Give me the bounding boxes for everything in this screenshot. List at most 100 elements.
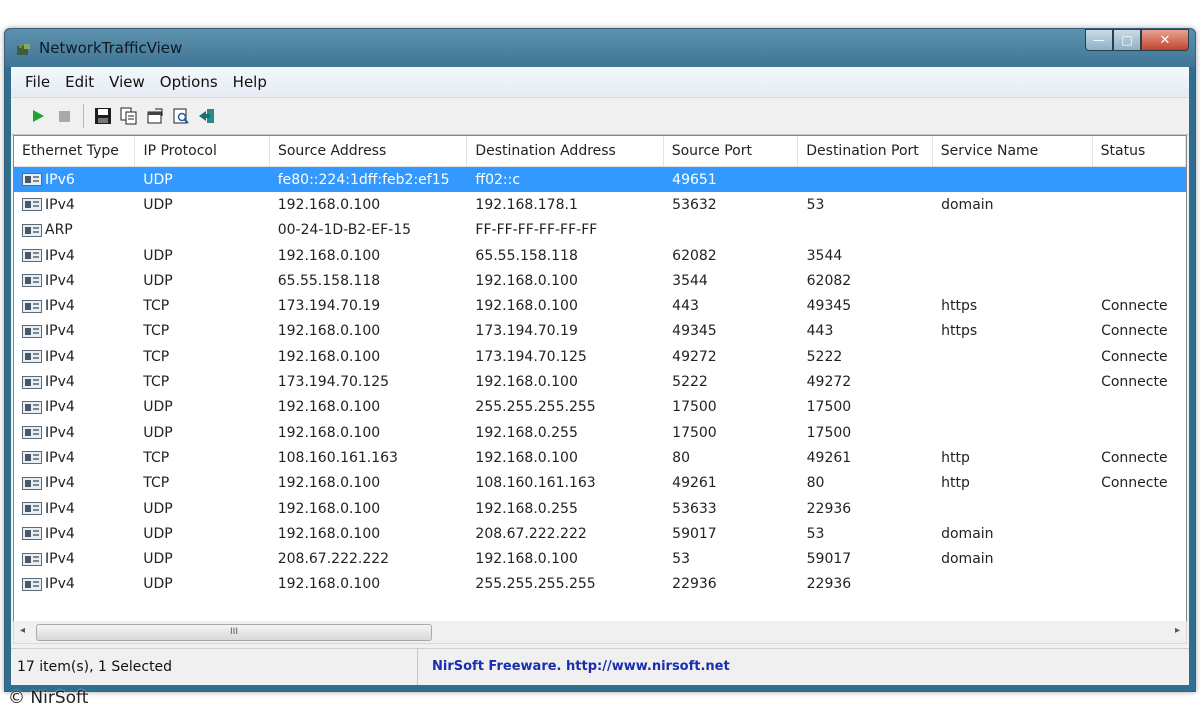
- traffic-list[interactable]: Ethernet Type IP Protocol Source Address…: [13, 135, 1187, 623]
- cell-ethernet-type: IPv4: [14, 349, 135, 365]
- cell-ethernet-type: ARP: [14, 222, 135, 238]
- cell-ethernet-type: IPv4: [14, 273, 135, 289]
- column-header-ethernet-type[interactable]: Ethernet Type: [14, 136, 136, 166]
- cell-ip-protocol: UDP: [143, 424, 173, 441]
- network-card-icon: [22, 350, 42, 364]
- cell-source-port: 49272: [672, 348, 717, 365]
- cell-source-address: 65.55.158.118: [277, 272, 381, 289]
- table-row[interactable]: IPv4 UDP 192.168.0.100 192.168.0.255 53633 22…: [14, 496, 1186, 521]
- menu-edit[interactable]: Edit: [59, 73, 103, 91]
- column-header-service-name[interactable]: Service Name: [933, 136, 1093, 166]
- list-header: Ethernet Type IP Protocol Source Address…: [14, 136, 1186, 167]
- save-button[interactable]: [90, 104, 116, 128]
- table-row[interactable]: IPv4 UDP 192.168.0.100 65.55.158.118 62082 35…: [14, 243, 1186, 268]
- column-header-status[interactable]: Status: [1093, 136, 1186, 166]
- cell-source-port: 53632: [672, 196, 717, 213]
- column-header-source-address[interactable]: Source Address: [270, 136, 468, 166]
- properties-button[interactable]: [142, 104, 168, 128]
- scrollbar-thumb[interactable]: III: [36, 624, 432, 641]
- toolbar: [11, 98, 1189, 135]
- window-controls: — □ ✕: [1085, 29, 1189, 51]
- cell-destination-address: 192.168.178.1: [475, 196, 578, 213]
- table-row[interactable]: IPv6 UDP fe80::224:1dff:feb2:ef15 ff02::c 49…: [14, 167, 1186, 193]
- cell-source-port: 49651: [672, 171, 717, 188]
- table-row[interactable]: IPv4 TCP 108.160.161.163 192.168.0.100 80 492…: [14, 445, 1186, 470]
- minimize-button[interactable]: —: [1085, 29, 1113, 51]
- cell-source-port: 53: [672, 551, 690, 568]
- close-button[interactable]: ✕: [1141, 29, 1189, 51]
- cell-source-port: 5222: [672, 374, 708, 391]
- table-row[interactable]: IPv4 UDP 192.168.0.100 255.255.255.255 22936…: [14, 572, 1186, 597]
- table-row[interactable]: IPv4 UDP 65.55.158.118 192.168.0.100 3544 620…: [14, 268, 1186, 293]
- cell-destination-port: 53: [806, 196, 825, 213]
- cell-source-port: 17500: [672, 424, 717, 441]
- table-row[interactable]: IPv4 UDP 192.168.0.100 192.168.178.1 53632 53…: [14, 192, 1186, 217]
- table-row[interactable]: IPv4 UDP 192.168.0.100 208.67.222.222 59017 5…: [14, 521, 1186, 546]
- menu-file[interactable]: File: [19, 73, 59, 91]
- table-row[interactable]: ARP 00-24-1D-B2-EF-15 FF-FF-FF-FF-FF-FF: [14, 218, 1186, 243]
- cell-destination-address: 173.194.70.19: [475, 323, 578, 340]
- menu-help[interactable]: Help: [227, 73, 276, 91]
- column-header-destination-port[interactable]: Destination Port: [798, 136, 933, 166]
- scroll-right-arrow[interactable]: ▸: [1175, 625, 1180, 636]
- cell-destination-port: 80: [806, 475, 825, 492]
- cell-text: ARP: [45, 222, 73, 239]
- maximize-button[interactable]: □: [1113, 29, 1141, 51]
- column-header-ip-protocol[interactable]: IP Protocol: [135, 136, 270, 166]
- cell-destination-address: 173.194.70.125: [475, 348, 587, 365]
- copy-button[interactable]: [116, 104, 142, 128]
- cell-service-name: https: [941, 298, 978, 315]
- toolbar-separator: [83, 104, 84, 128]
- play-icon: [33, 110, 44, 122]
- cell-destination-address: 192.168.0.100: [475, 551, 578, 568]
- cell-destination-port: 49345: [806, 298, 852, 315]
- save-icon: [95, 108, 111, 124]
- cell-text: IPv4: [45, 449, 75, 466]
- table-row[interactable]: IPv4 TCP 192.168.0.100 173.194.70.19 49345 44…: [14, 319, 1186, 344]
- cell-ip-protocol: UDP: [143, 196, 173, 213]
- menu-view[interactable]: View: [103, 73, 154, 91]
- menu-options[interactable]: Options: [154, 73, 227, 91]
- window-title: NetworkTrafficView: [39, 39, 183, 57]
- cell-source-address: 208.67.222.222: [277, 551, 390, 568]
- exit-button[interactable]: [194, 104, 220, 128]
- cell-destination-address: 192.168.0.100: [475, 449, 578, 466]
- table-row[interactable]: IPv4 TCP 173.194.70.125 192.168.0.100 5222 49…: [14, 369, 1186, 394]
- column-header-source-port[interactable]: Source Port: [664, 136, 799, 166]
- network-card-icon: [22, 324, 42, 338]
- table-row[interactable]: IPv4 UDP 208.67.222.222 192.168.0.100 53 5901…: [14, 546, 1186, 571]
- start-capture-button[interactable]: [25, 104, 51, 128]
- cell-service-name: https: [941, 323, 978, 340]
- cell-ip-protocol: TCP: [143, 475, 170, 492]
- column-header-destination-address[interactable]: Destination Address: [467, 136, 664, 166]
- cell-service-name: domain: [941, 525, 994, 542]
- table-row[interactable]: IPv4 UDP 192.168.0.100 255.255.255.255 17500…: [14, 395, 1186, 420]
- nirsoft-link[interactable]: NirSoft Freeware. http://www.nirsoft.net: [418, 649, 730, 685]
- horizontal-scrollbar[interactable]: ◂ III ▸: [13, 621, 1187, 644]
- cell-source-address: 192.168.0.100: [277, 399, 381, 416]
- cell-destination-port: 59017: [806, 551, 852, 568]
- cell-destination-port: 53: [806, 525, 825, 542]
- cell-destination-port: 443: [806, 323, 834, 340]
- network-card-icon: [22, 426, 42, 440]
- network-card-icon: [22, 577, 42, 591]
- app-window: NetworkTrafficView — □ ✕ File Edit View …: [4, 28, 1196, 692]
- cell-destination-address: 65.55.158.118: [475, 247, 578, 264]
- cell-destination-address: FF-FF-FF-FF-FF-FF: [475, 222, 598, 239]
- find-button[interactable]: [168, 104, 194, 128]
- cell-source-address: 192.168.0.100: [277, 247, 381, 264]
- stop-capture-button[interactable]: [51, 104, 77, 128]
- copyright-watermark: © NirSoft: [8, 688, 89, 708]
- cell-service-name: http: [941, 475, 970, 492]
- table-row[interactable]: IPv4 TCP 192.168.0.100 173.194.70.125 49272 5…: [14, 344, 1186, 369]
- table-row[interactable]: IPv4 TCP 173.194.70.19 192.168.0.100 443 4934…: [14, 293, 1186, 318]
- table-row[interactable]: IPv4 UDP 192.168.0.100 192.168.0.255 17500 17…: [14, 420, 1186, 445]
- cell-source-port: 80: [672, 449, 690, 466]
- title-bar[interactable]: NetworkTrafficView — □ ✕: [5, 29, 1195, 67]
- cell-ip-protocol: TCP: [143, 449, 170, 466]
- menu-bar: File Edit View Options Help: [11, 67, 1189, 98]
- table-row[interactable]: IPv4 TCP 192.168.0.100 108.160.161.163 49261…: [14, 471, 1186, 496]
- scroll-left-arrow[interactable]: ◂: [20, 625, 25, 636]
- cell-destination-address: 192.168.0.255: [475, 500, 578, 517]
- cell-destination-port: 22936: [806, 576, 852, 593]
